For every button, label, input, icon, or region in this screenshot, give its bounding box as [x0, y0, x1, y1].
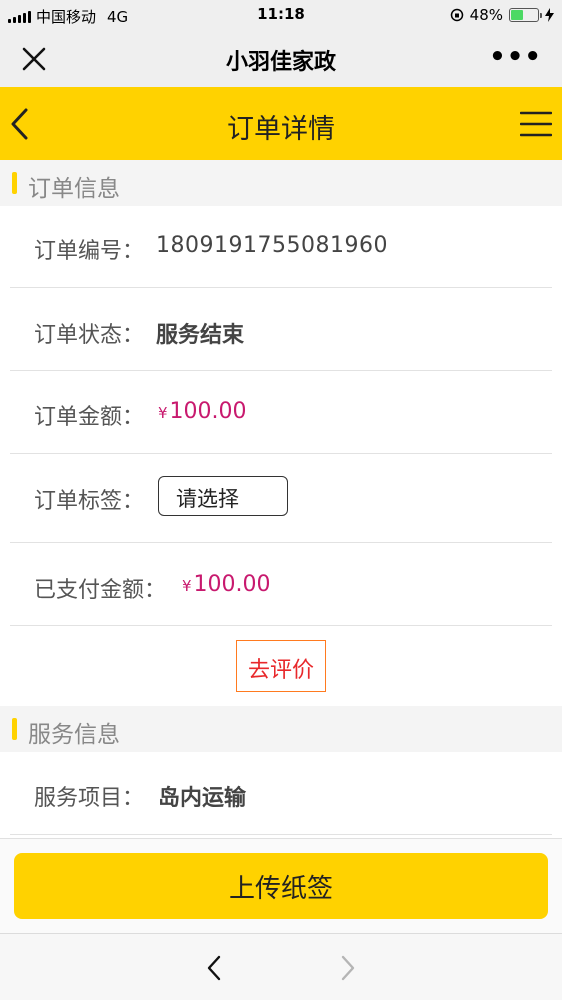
currency-symbol: ¥ [182, 577, 192, 595]
service-item-row: 服务项目： 岛内运输 [10, 752, 552, 835]
section-title: 服务信息 [28, 722, 120, 748]
order-tag-select[interactable]: 请选择 [158, 476, 288, 516]
order-amount-value: ¥100.00 [158, 399, 247, 424]
order-number-value: 1809191755081960 [156, 233, 388, 258]
order-info-card: 订单编号： 1809191755081960 订单状态： 服务结束 订单金额： … [0, 206, 562, 706]
order-status-row: 订单状态： 服务结束 [10, 288, 552, 371]
battery-icon [509, 8, 542, 22]
currency-symbol: ¥ [158, 404, 168, 422]
upload-paper-sign-button[interactable]: 上传纸签 [14, 853, 548, 919]
mini-app-title: 小羽佳家政 [225, 50, 336, 75]
charging-icon [545, 8, 554, 22]
battery-percent: 48% [469, 6, 503, 24]
page-title: 订单详情 [227, 114, 335, 145]
service-info-section-header: 服务信息 [0, 706, 562, 752]
amount-number: 100.00 [169, 399, 247, 424]
browser-nav-bar [0, 933, 562, 1000]
paid-amount-row: 已支付金额： ¥100.00 [10, 543, 552, 626]
section-marker [12, 172, 17, 194]
order-tag-row: 订单标签： 请选择 [10, 454, 552, 543]
order-status-label: 订单状态： [34, 323, 145, 348]
status-right: 48% [450, 6, 554, 24]
order-info-section-header: 订单信息 [0, 160, 562, 206]
paid-amount-value: ¥100.00 [182, 572, 271, 597]
page-header: 订单详情 [0, 87, 562, 160]
order-number-row: 订单编号： 1809191755081960 [10, 206, 552, 288]
order-amount-label: 订单金额： [34, 405, 145, 430]
section-marker [12, 718, 17, 740]
nav-forward-icon [341, 955, 355, 981]
wechat-nav-bar: 小羽佳家政 ••• [0, 30, 562, 87]
review-button[interactable]: 去评价 [236, 640, 326, 692]
service-item-value: 岛内运输 [158, 786, 247, 811]
service-item-label: 服务项目： [34, 786, 145, 811]
paid-amount-label: 已支付金额： [34, 578, 167, 603]
menu-icon[interactable] [520, 111, 552, 137]
amount-number: 100.00 [193, 572, 271, 597]
order-tag-label: 订单标签： [34, 489, 145, 514]
order-status-value: 服务结束 [156, 323, 245, 348]
more-options-icon[interactable]: ••• [489, 42, 542, 72]
nav-back-icon[interactable] [204, 954, 224, 982]
order-number-label: 订单编号： [34, 239, 145, 264]
status-bar: 中国移动 4G 11:18 48% [0, 0, 562, 30]
section-title: 订单信息 [28, 176, 120, 202]
orientation-lock-icon [450, 8, 463, 22]
bottom-action-bar: 上传纸签 [0, 838, 562, 933]
service-info-card: 服务项目： 岛内运输 [0, 752, 562, 838]
order-amount-row: 订单金额： ¥100.00 [10, 371, 552, 454]
